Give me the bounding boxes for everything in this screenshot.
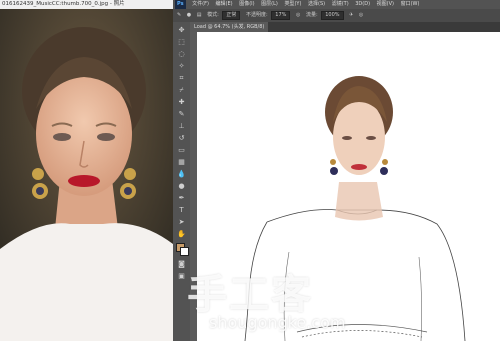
brush-size-icon[interactable]: ● [187,9,191,22]
hand-tool-icon[interactable]: ✋ [176,230,187,239]
gradient-tool-icon[interactable]: ▦ [176,158,187,167]
watermark-chinese: 手工客 [187,271,313,318]
document-tab[interactable]: Load @ 64.7% (头发, RGB/8) [190,22,269,32]
quick-select-tool-icon[interactable]: ✧ [176,62,187,71]
photo-viewer-title: 016162439_MusicCC:thumb.700_0.jpg - 照片 [0,0,173,9]
quick-mask-icon[interactable]: ◙ [176,260,187,269]
history-brush-tool-icon[interactable]: ↺ [176,134,187,143]
brush-icon[interactable]: ✎ [177,9,181,22]
watermark-url: shougongke.com [209,313,346,332]
marquee-tool-icon[interactable]: ⬚ [176,38,187,47]
photoshop-logo: Ps [175,0,186,9]
eraser-tool-icon[interactable]: ▭ [176,146,187,155]
menu-layer[interactable]: 图层(L) [261,1,278,7]
move-tool-icon[interactable]: ✥ [176,26,187,35]
pen-tool-icon[interactable]: ✒ [176,194,187,203]
screen-mode-icon[interactable]: ▣ [176,272,187,281]
flow-input[interactable]: 100% [321,11,344,20]
pressure-size-icon[interactable]: ◎ [359,9,363,22]
menu-filter[interactable]: 滤镜(T) [332,1,349,7]
menu-window[interactable]: 窗口(W) [401,1,420,7]
photo-viewer-window: 016162439_MusicCC:thumb.700_0.jpg - 照片 [0,0,173,341]
crop-tool-icon[interactable]: ⌗ [176,74,187,83]
path-select-tool-icon[interactable]: ➤ [176,218,187,227]
menu-bar: Ps 文件(F) 编辑(E) 图像(I) 图层(L) 类型(Y) 选择(S) 滤… [173,0,500,9]
background-color-swatch[interactable] [180,247,189,256]
menu-view[interactable]: 视图(V) [377,1,394,7]
mode-select[interactable]: 正常 [222,11,241,20]
menu-image[interactable]: 图像(I) [239,1,254,7]
blur-tool-icon[interactable]: 💧 [176,170,187,179]
menu-edit[interactable]: 编辑(E) [216,1,233,7]
reference-photo [0,9,173,341]
healing-tool-icon[interactable]: ✚ [176,98,187,107]
menu-type[interactable]: 类型(Y) [284,1,301,7]
airbrush-icon[interactable]: ✈ [349,9,353,22]
menu-file[interactable]: 文件(F) [192,1,209,7]
opacity-label: 不透明度: [245,12,268,18]
menu-select[interactable]: 选择(S) [308,1,325,7]
mode-label: 模式: [207,12,219,18]
clone-stamp-tool-icon[interactable]: ⊥ [176,122,187,131]
menu-3d[interactable]: 3D(D) [355,1,370,7]
brush-tool-icon[interactable]: ✎ [176,110,187,119]
document-tab-bar: Load @ 64.7% (头发, RGB/8) [190,22,500,32]
opacity-input[interactable]: 17% [271,11,291,20]
type-tool-icon[interactable]: T [176,206,187,215]
flow-label: 流量: [305,12,318,18]
brush-panel-icon[interactable]: ▤ [197,9,202,22]
options-bar: ✎ ● ▤ 模式: 正常 不透明度: 17% ◎ 流量: 100% ✈ ◎ [173,9,500,23]
eyedropper-tool-icon[interactable]: ⌿ [176,86,187,95]
pressure-opacity-icon[interactable]: ◎ [296,9,300,22]
dodge-tool-icon[interactable]: ● [176,182,187,191]
lasso-tool-icon[interactable]: ◌ [176,50,187,59]
